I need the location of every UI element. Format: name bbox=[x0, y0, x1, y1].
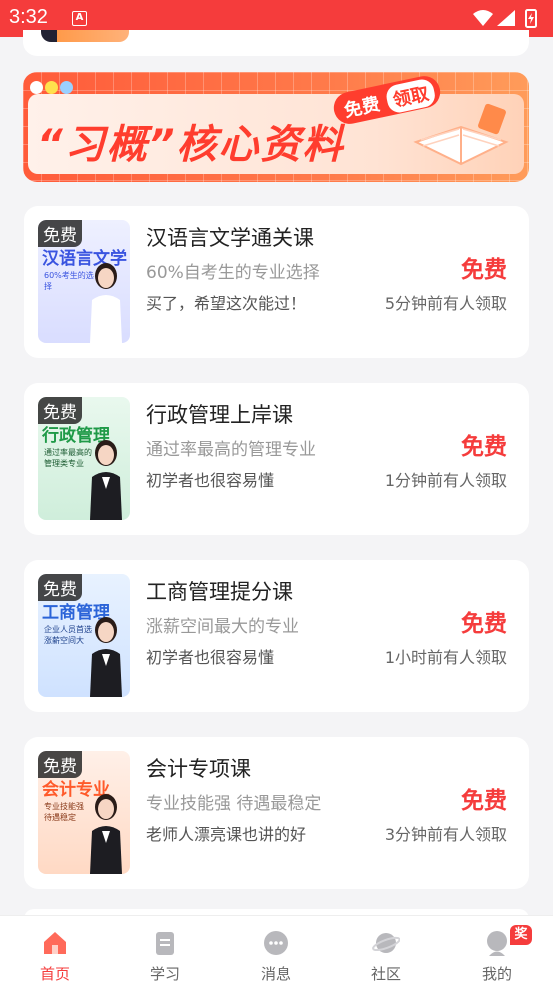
tab-label: 首页 bbox=[39, 965, 70, 983]
course-thumbnail: 工商管理 企业人员首选 涨薪空间大 免费 bbox=[38, 574, 130, 697]
tab-study[interactable]: 学习 bbox=[110, 916, 220, 984]
banner-dot-yellow bbox=[45, 81, 58, 94]
teacher-portrait-icon bbox=[90, 617, 122, 697]
course-thumbnail: 汉语言文学 60%考生的选择 免费 bbox=[38, 220, 130, 343]
tab-messages[interactable]: 消息 bbox=[221, 916, 331, 984]
course-description: 涨薪空间最大的专业 bbox=[146, 617, 299, 637]
teacher-portrait-icon bbox=[90, 794, 122, 874]
course-claim-time: 3分钟前有人领取 bbox=[384, 825, 507, 844]
course-claim-time: 1小时前有人领取 bbox=[384, 648, 507, 667]
free-tag: 免费 bbox=[38, 574, 82, 601]
thumb-subtitle: 企业人员首选 涨薪空间大 bbox=[44, 625, 92, 645]
open-book-icon bbox=[413, 103, 509, 166]
course-card[interactable]: 工商管理 企业人员首选 涨薪空间大 免费 工商管理提分课 涨薪空间最大的专业 初… bbox=[24, 560, 529, 712]
teacher-portrait-icon bbox=[90, 440, 122, 520]
course-title: 会计专项课 bbox=[146, 757, 251, 781]
previous-card-partial[interactable] bbox=[23, 30, 529, 56]
promo-banner[interactable]: “习概”核心资料 免费 领取 bbox=[23, 72, 529, 182]
free-tag: 免费 bbox=[38, 220, 82, 247]
course-comment: 初学者也很容易懂 bbox=[146, 471, 275, 490]
user-icon bbox=[487, 931, 507, 956]
course-comment: 买了，希望这次能过！ bbox=[146, 294, 307, 313]
tab-community[interactable]: 社区 bbox=[331, 916, 441, 984]
course-description: 通过率最高的管理专业 bbox=[146, 440, 316, 460]
course-claim-time: 1分钟前有人领取 bbox=[384, 471, 507, 490]
free-tag: 免费 bbox=[38, 751, 82, 778]
course-price[interactable]: 免费 bbox=[461, 427, 507, 461]
free-tag: 免费 bbox=[38, 397, 82, 424]
course-comment: 老师人漂亮课也讲的好 bbox=[146, 825, 307, 844]
course-card[interactable]: 汉语言文学 60%考生的选择 免费 汉语言文学通关课 60%自考生的专业选择 买… bbox=[24, 206, 529, 358]
status-icons bbox=[473, 9, 537, 28]
course-price[interactable]: 免费 bbox=[461, 250, 507, 284]
course-price[interactable]: 免费 bbox=[461, 604, 507, 638]
course-description: 专业技能强 待遇最稳定 bbox=[146, 794, 322, 814]
teacher-portrait-icon bbox=[90, 263, 122, 343]
course-title: 工商管理提分课 bbox=[146, 580, 293, 604]
thumb-subtitle: 通过率最高的管理类专业 bbox=[44, 448, 92, 468]
course-thumbnail: 行政管理 通过率最高的管理类专业 免费 bbox=[38, 397, 130, 520]
tab-label: 学习 bbox=[149, 965, 180, 983]
previous-card-thumbnail bbox=[41, 30, 129, 42]
notification-a-icon: A bbox=[72, 11, 87, 26]
book-icon bbox=[156, 932, 174, 955]
banner-dot-white bbox=[30, 81, 43, 94]
course-description: 60%自考生的专业选择 bbox=[146, 263, 320, 283]
banner-title: “习概”核心资料 bbox=[37, 122, 345, 168]
course-claim-time: 5分钟前有人领取 bbox=[384, 294, 507, 313]
course-title: 汉语言文学通关课 bbox=[146, 226, 314, 250]
thumb-subtitle: 专业技能强 待遇稳定 bbox=[44, 802, 84, 822]
message-icon bbox=[264, 931, 288, 955]
planet-icon bbox=[372, 933, 400, 953]
course-card[interactable]: 会计专业 专业技能强 待遇稳定 免费 会计专项课 专业技能强 待遇最稳定 老师人… bbox=[24, 737, 529, 889]
course-card[interactable]: 行政管理 通过率最高的管理类专业 免费 行政管理上岸课 通过率最高的管理专业 初… bbox=[24, 383, 529, 535]
tab-me[interactable]: 我的 bbox=[442, 916, 552, 984]
course-comment: 初学者也很容易懂 bbox=[146, 648, 275, 667]
course-price[interactable]: 免费 bbox=[461, 781, 507, 815]
banner-dot-blue bbox=[60, 81, 73, 94]
course-title: 行政管理上岸课 bbox=[146, 403, 293, 427]
thumb-subtitle: 60%考生的选择 bbox=[44, 271, 94, 291]
tab-label: 社区 bbox=[370, 965, 401, 983]
bottom-tab-bar: 首页 学习 消息 社区 我的 bbox=[0, 915, 553, 984]
wifi-icon bbox=[473, 10, 493, 26]
tab-label: 消息 bbox=[260, 965, 291, 983]
tab-label: 我的 bbox=[481, 965, 512, 983]
home-icon bbox=[44, 932, 66, 954]
signal-icon bbox=[497, 10, 515, 26]
status-time: 3:32 bbox=[9, 6, 48, 28]
tab-home[interactable]: 首页 bbox=[0, 916, 110, 984]
prize-badge: 奖 bbox=[510, 925, 532, 945]
banner-badge-free-label: 免费 bbox=[342, 93, 382, 122]
course-thumbnail: 会计专业 专业技能强 待遇稳定 免费 bbox=[38, 751, 130, 874]
